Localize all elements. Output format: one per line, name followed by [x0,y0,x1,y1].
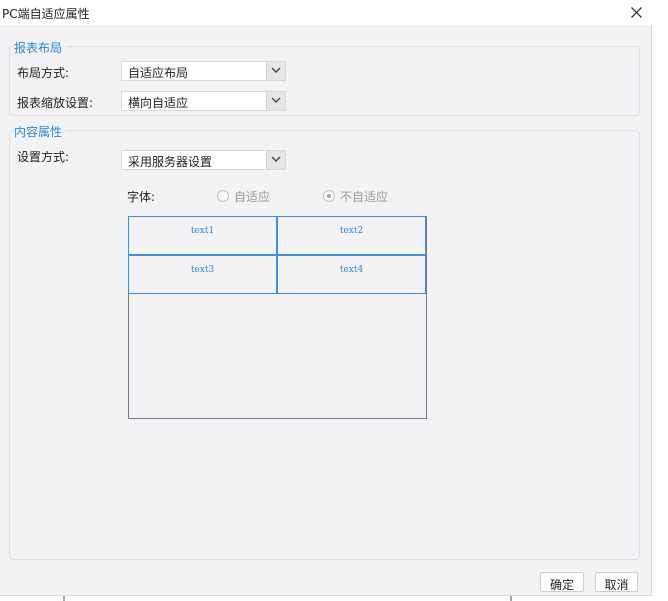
layout-mode-label: 布局方式: [17,66,70,80]
radio-circle [323,190,335,202]
cancel-button-label: 取消 [604,578,629,592]
preview-cell: text4 [277,255,426,294]
ok-button[interactable]: 确定 [540,572,584,592]
preview-cell: text2 [277,216,426,255]
layout-mode-value: 自适应布局 [128,66,189,80]
scale-setting-select[interactable]: 横向自适应 [121,91,286,111]
scale-setting-label: 报表缩放设置: [17,96,94,110]
scale-setting-value: 横向自适应 [128,96,189,110]
layout-group-title: 报表布局 [14,39,67,56]
background-divider [510,596,512,601]
content-group-title: 内容属性 [14,123,67,140]
background-divider [63,596,65,601]
ok-button-label: 确定 [549,578,574,592]
radio-adaptive-label: 自适应 [234,190,271,204]
radio-non-adaptive[interactable]: 不自适应 [323,188,393,204]
dialog-window: PC端自适应属性 报表布局 布局方式: 自适应布局 报表缩放设置: 横向自适应 … [0,0,652,596]
font-label: 字体: [127,190,156,204]
close-button[interactable] [624,2,648,23]
chevron-down-icon[interactable] [266,92,285,110]
preview-cell: text1 [128,216,277,255]
layout-group [9,46,640,116]
layout-mode-select[interactable]: 自适应布局 [121,61,286,81]
preview-cell-text: text1 [190,226,215,236]
preview-cell-text: text4 [339,265,364,275]
cancel-button[interactable]: 取消 [595,572,638,592]
title-bar: PC端自适应属性 [0,0,652,25]
setting-mode-label: 设置方式: [17,150,70,164]
radio-circle [217,190,229,202]
font-preview-box: text1 text2 text3 text4 [128,216,427,419]
radio-non-adaptive-label: 不自适应 [340,190,389,204]
preview-cell: text3 [128,255,277,294]
window-title: PC端自适应属性 [2,7,90,21]
preview-cell-text: text2 [339,226,364,236]
setting-mode-value: 采用服务器设置 [128,155,213,169]
chevron-down-icon[interactable] [266,151,285,169]
close-icon [631,7,642,18]
preview-cell-text: text3 [190,265,215,275]
chevron-down-icon[interactable] [266,62,285,80]
radio-adaptive[interactable]: 自适应 [217,188,277,204]
radio-selected-dot [327,194,331,198]
setting-mode-select[interactable]: 采用服务器设置 [121,150,286,170]
